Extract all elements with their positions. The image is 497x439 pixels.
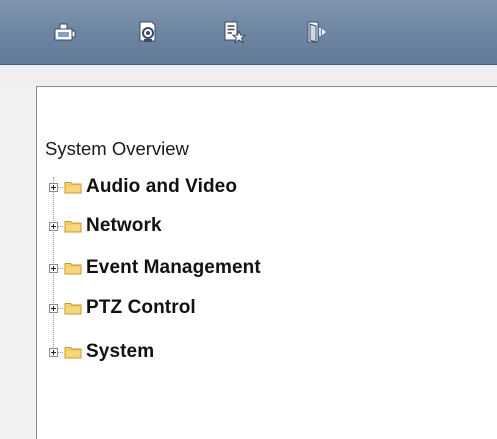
- playback-button[interactable]: [133, 18, 163, 46]
- tree-item-audio-and-video[interactable]: Audio and Video: [49, 176, 237, 198]
- folder-icon: [64, 347, 82, 359]
- tree-item-label: System: [86, 341, 155, 362]
- tree-item-network[interactable]: Network: [49, 215, 162, 237]
- tree-item-ptz-control[interactable]: PTZ Control: [49, 297, 196, 319]
- folder-icon: [64, 182, 82, 194]
- toolbar-separator: [0, 65, 497, 85]
- tree-branch-line: [58, 186, 63, 188]
- plus-expander-icon[interactable]: [49, 347, 58, 357]
- live-view-button[interactable]: [49, 18, 79, 46]
- tree-item-label: Network: [86, 215, 162, 236]
- tree-item-system[interactable]: System: [49, 341, 154, 363]
- plus-expander-icon[interactable]: [49, 182, 58, 192]
- camera-icon: [54, 23, 76, 41]
- folder-icon: [64, 263, 82, 275]
- tree-item-event-management[interactable]: Event Management: [49, 257, 261, 279]
- navigation-tree-panel: System Overview Audio and Video Network …: [36, 86, 497, 439]
- folder-icon: [64, 221, 82, 233]
- plus-expander-icon[interactable]: [49, 303, 58, 313]
- playback-search-icon: [139, 21, 156, 42]
- plus-expander-icon[interactable]: [49, 221, 58, 231]
- log-button[interactable]: [219, 18, 249, 46]
- top-toolbar: [0, 0, 497, 65]
- tree-item-label: PTZ Control: [86, 297, 196, 318]
- folder-icon: [64, 303, 82, 315]
- log-star-icon: [224, 21, 246, 44]
- tree-branch-line: [58, 351, 63, 353]
- exit-door-icon: [307, 21, 326, 43]
- tree-item-label: Event Management: [86, 257, 261, 278]
- tree-branch-line: [58, 225, 63, 227]
- plus-expander-icon[interactable]: [49, 263, 58, 273]
- tree-root-system-overview[interactable]: System Overview: [45, 138, 189, 160]
- tree-item-label: Audio and Video: [86, 176, 238, 197]
- tree-branch-line: [58, 307, 63, 309]
- logout-button[interactable]: [301, 18, 331, 46]
- tree-branch-line: [58, 267, 63, 269]
